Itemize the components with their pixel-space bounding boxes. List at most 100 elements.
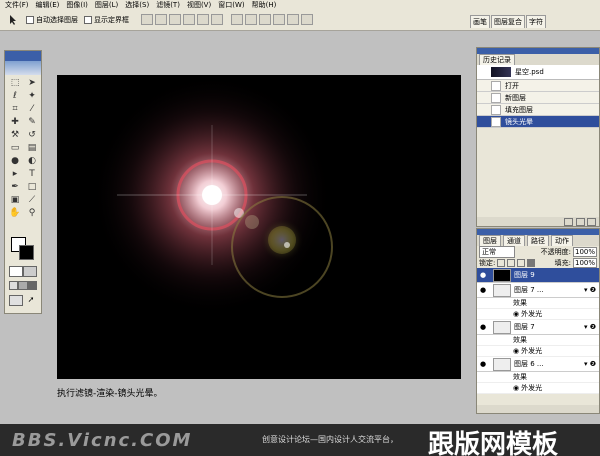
shape-tool-icon[interactable]: □ [25,182,39,193]
distribute-right-icon[interactable] [301,13,314,25]
menu-view[interactable]: 视图(V) [187,0,211,10]
layer-row[interactable]: ● 图层 7 ... ▾ ❷ [477,283,599,298]
tab-channels[interactable]: 通道 [503,235,525,246]
distribute-bottom-icon[interactable] [259,13,272,25]
menu-image[interactable]: 图像(I) [66,0,88,10]
menu-window[interactable]: 窗口(W) [218,0,244,10]
new-snapshot-icon[interactable] [564,218,573,226]
opacity-input[interactable]: 100% [572,246,597,257]
layer-effects-icon[interactable]: ▾ ❷ [584,286,596,294]
lock-pixels-icon[interactable] [507,258,516,267]
effect-visibility-icon[interactable]: ◉ [513,384,519,392]
magic-wand-tool-icon[interactable]: ✦ [25,91,39,102]
jump-arrow-icon[interactable]: ➚ [25,295,37,304]
blur-tool-icon[interactable]: ● [8,156,22,167]
menu-select[interactable]: 选择(S) [125,0,149,10]
toolbox-logo[interactable] [5,61,41,75]
auto-select-checkbox[interactable]: 自动选择图层 [26,15,78,25]
background-color-swatch[interactable] [19,245,34,260]
toolbox-grip[interactable] [5,51,41,61]
tab-paths[interactable]: 路径 [527,235,549,246]
tab-character[interactable]: 字符 [526,15,546,28]
effects-label-row[interactable]: 效果 [477,335,599,346]
blend-mode-select[interactable]: 正常 [479,245,515,258]
fill-input[interactable]: 100% [572,257,597,268]
effect-visibility-icon[interactable]: ◉ [513,347,519,355]
brush-tool-icon[interactable]: ✎ [25,117,39,128]
effects-label-row[interactable]: 效果 [477,298,599,309]
layer-row[interactable]: ● 图层 6 ... ▾ ❷ [477,357,599,372]
effect-visibility-icon[interactable]: ◉ [513,310,519,318]
menu-filter[interactable]: 滤镜(T) [156,0,180,10]
distribute-center-icon[interactable] [287,13,300,25]
eye-icon[interactable]: ● [477,286,489,294]
history-item[interactable]: 填充图层 [477,104,599,116]
clone-stamp-tool-icon[interactable]: ⚒ [8,130,22,141]
lock-transparency-icon[interactable] [497,258,506,267]
menu-help[interactable]: 帮助(H) [252,0,277,10]
screen-mode-menubar-icon[interactable] [18,281,28,290]
imageready-icon[interactable] [9,295,23,306]
align-bottom-icon[interactable] [169,13,181,25]
zoom-tool-icon[interactable]: ⚲ [25,208,39,219]
distribute-top-icon[interactable] [231,13,244,25]
notes-tool-icon[interactable]: ▣ [8,195,22,206]
path-selection-tool-icon[interactable]: ▸ [8,169,22,180]
history-brush-tool-icon[interactable]: ↺ [25,130,39,141]
layer-row[interactable]: ● 图层 7 ▾ ❷ [477,320,599,335]
healing-brush-tool-icon[interactable]: ✚ [8,117,22,128]
slice-tool-icon[interactable]: ⁄ [25,104,39,115]
tab-history[interactable]: 历史记录 [479,54,515,65]
hand-tool-icon[interactable]: ✋ [8,208,22,219]
eye-icon[interactable]: ● [477,360,489,368]
effect-row[interactable]: ◉ 外发光 [477,383,599,394]
distribute-middle-icon[interactable] [245,13,258,25]
menu-file[interactable]: 文件(F) [5,0,29,10]
tab-layers[interactable]: 图层 [479,235,501,246]
eyedropper-tool-icon[interactable]: ⟋ [25,195,39,206]
quick-mask-mode-icon[interactable] [23,266,37,277]
lasso-tool-icon[interactable]: ℓ [8,91,22,102]
move-tool-icon[interactable] [8,14,20,26]
layer-effects-icon[interactable]: ▾ ❷ [584,323,596,331]
menu-layer[interactable]: 图层(L) [95,0,118,10]
lock-all-icon[interactable] [527,258,536,267]
history-snapshot[interactable]: 星空.psd [477,65,599,80]
eye-icon[interactable]: ● [477,323,489,331]
screen-mode-full-icon[interactable] [27,281,37,290]
history-item[interactable]: 新图层 [477,92,599,104]
lock-position-icon[interactable] [517,258,526,267]
history-item-active[interactable]: 镜头光晕 [477,116,599,128]
tab-brushes[interactable]: 画笔 [470,15,490,28]
eraser-tool-icon[interactable]: ▭ [8,143,22,154]
eye-icon[interactable]: ● [477,271,489,279]
align-right-icon[interactable] [211,13,223,25]
effects-label-row[interactable]: 效果 [477,372,599,383]
align-center-icon[interactable] [197,13,209,25]
trash-icon[interactable] [587,218,596,226]
layer-row-selected[interactable]: ● 图层 9 [477,268,599,283]
align-top-icon[interactable] [141,13,153,25]
history-item[interactable]: 打开 [477,80,599,92]
marquee-tool-icon[interactable]: ⬚ [8,78,22,89]
document-canvas[interactable] [57,75,461,379]
show-bounds-checkbox[interactable]: 显示定界框 [84,15,129,25]
tab-actions[interactable]: 动作 [551,235,573,246]
gradient-tool-icon[interactable]: ▤ [25,143,39,154]
tab-layer-comps[interactable]: 图层复合 [491,15,525,28]
effect-row[interactable]: ◉ 外发光 [477,309,599,320]
move-tool-icon[interactable]: ➤ [25,78,39,89]
screen-mode-standard-icon[interactable] [9,281,19,290]
pen-tool-icon[interactable]: ✒ [8,182,22,193]
align-left-icon[interactable] [183,13,195,25]
distribute-left-icon[interactable] [273,13,286,25]
crop-tool-icon[interactable]: ⌗ [8,104,22,115]
menu-edit[interactable]: 编辑(E) [36,0,60,10]
layer-effects-icon[interactable]: ▾ ❷ [584,360,596,368]
align-middle-icon[interactable] [155,13,167,25]
new-document-icon[interactable] [576,218,585,226]
type-tool-icon[interactable]: T [25,169,39,180]
dodge-tool-icon[interactable]: ◐ [25,156,39,167]
standard-mode-icon[interactable] [9,266,23,277]
effect-row[interactable]: ◉ 外发光 [477,346,599,357]
